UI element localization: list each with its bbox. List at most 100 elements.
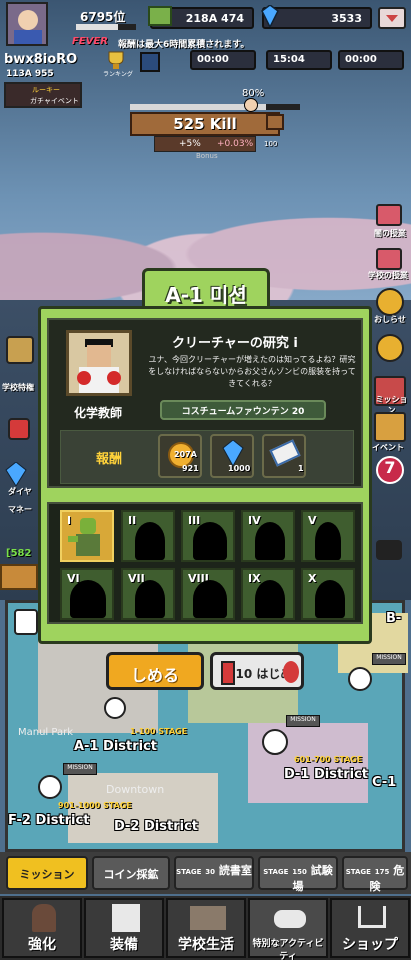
nav-special-label: 特別なアクティビティ — [252, 939, 324, 960]
mission-title: クリーチャーの研究 i — [172, 336, 298, 351]
bonus-plus: +5% — [179, 139, 201, 149]
map-marker-3[interactable] — [38, 775, 62, 799]
slot-6[interactable]: VI — [60, 568, 114, 620]
mission-sign-3[interactable]: MISSION — [372, 653, 406, 665]
nav-upgrade[interactable]: 強化 — [2, 898, 82, 958]
reward-gold-amount-bottom: 921 — [182, 464, 199, 473]
map-marker-2[interactable] — [262, 729, 288, 755]
side-right-badge-value: 7 — [384, 458, 396, 477]
chat-icon[interactable] — [376, 540, 402, 560]
mission-sign-1[interactable]: MISSION — [63, 763, 97, 775]
slot-2[interactable]: II — [121, 510, 175, 562]
timer-3: 00:00 — [338, 50, 404, 70]
district-d1: D-1 District — [284, 767, 368, 782]
save-icon[interactable] — [140, 52, 160, 72]
requirement-badge: コスチュームファウンテン 20 — [160, 400, 326, 420]
map-marker-5[interactable] — [14, 609, 38, 635]
subnav-danger-stage: STAGE — [345, 868, 371, 876]
ranking-label: ランキング — [103, 71, 133, 78]
boxing-glove-icon — [77, 371, 91, 385]
subnav-exam-hall[interactable]: STAGE 150 試験場 — [258, 856, 338, 893]
district-a1: A-1 District — [74, 739, 158, 754]
reward-ticket[interactable]: 1 — [262, 434, 306, 478]
side-left-privilege[interactable] — [2, 336, 36, 366]
slot-4[interactable]: IV — [241, 510, 295, 562]
event-banner[interactable]: ルーキー ガチャイベント — [4, 82, 82, 108]
trophy-icon[interactable] — [104, 50, 128, 70]
slot-3[interactable]: III — [181, 510, 235, 562]
menu-dropdown-button[interactable] — [378, 7, 406, 29]
slot-9[interactable]: IX — [241, 568, 295, 620]
subnav-coin-label: コイン採鉱 — [103, 868, 159, 881]
reward-diamond-amount: 1000 — [228, 464, 251, 473]
nav-equipment-label: 装備 — [110, 937, 138, 953]
slot-4-label: IV — [248, 514, 261, 527]
books-icon — [190, 906, 226, 930]
side-right-label-2: おしらせ — [374, 315, 406, 324]
close-button-label: しめる — [130, 666, 179, 685]
mission-header: A-1 미션 — [165, 283, 247, 307]
side-left-money[interactable] — [2, 414, 36, 454]
side-right-event[interactable] — [374, 412, 406, 442]
player-avatar[interactable] — [6, 2, 48, 46]
slot-7[interactable]: VII — [121, 568, 175, 620]
nav-school-life[interactable]: 学校生活 — [166, 898, 246, 958]
nav-equipment[interactable]: 装備 — [84, 898, 164, 958]
class-book-icon — [376, 248, 402, 270]
subnav-danger[interactable]: STAGE 175 危険 — [342, 856, 408, 893]
rank-progress-bar — [76, 24, 136, 30]
nav-shop[interactable]: ショップ — [330, 898, 410, 958]
subnav-exam-stage: STAGE — [263, 868, 289, 876]
subnav-coin-mining[interactable]: コイン採鉱 — [92, 856, 170, 890]
notice-coin-icon[interactable] — [376, 288, 404, 316]
gamepad-icon — [274, 910, 306, 928]
mission-sign-2[interactable]: MISSION — [286, 715, 320, 727]
slot-5[interactable]: V — [301, 510, 355, 562]
chest-icon[interactable] — [266, 114, 284, 130]
slot-10[interactable]: X — [301, 568, 355, 620]
slot-1[interactable]: I — [60, 510, 114, 562]
fever-label: FEVER — [72, 36, 108, 47]
mission-description: ユナ、今回クリーチャーが増えたのは知ってるよね？研究をしなければならないからお父… — [148, 355, 356, 388]
timer-1-value: 00:00 — [197, 54, 229, 65]
timer-3-value: 00:00 — [345, 54, 377, 65]
map-marker-1[interactable] — [104, 697, 126, 719]
nav-special-activity[interactable]: 特別なアクティビティ — [248, 898, 328, 960]
subnav-reading-room[interactable]: STAGE 30 読書室 — [174, 856, 254, 890]
subnav-mission[interactable]: ミッション — [6, 856, 88, 890]
kill-side-value: 100 — [264, 140, 278, 148]
silhouette-8 — [193, 580, 227, 618]
bonus-row: +5% +0.03% — [154, 136, 256, 152]
kill-progress-bar — [130, 104, 300, 110]
gem-icon — [258, 4, 282, 29]
silhouette-10 — [315, 580, 345, 618]
reward-gold[interactable]: 207A 921 — [158, 434, 202, 478]
cash-icon — [148, 6, 172, 26]
district-c1: C-1 — [372, 775, 397, 790]
gem-value: 3533 — [331, 12, 362, 25]
side-right-badge[interactable]: 7 — [376, 456, 404, 484]
reward-diamond[interactable]: 1000 — [210, 434, 254, 478]
player-name: bwx8ioRO — [4, 52, 78, 67]
alert-icon — [283, 661, 299, 683]
mission-coin-icon[interactable] — [376, 334, 404, 362]
kill-avatar-icon — [244, 98, 258, 112]
subnav-reading-stage-num: 30 — [205, 868, 215, 876]
stage-601-700: 601-700 STAGE — [294, 755, 363, 764]
bonus-label: Bonus — [196, 152, 218, 160]
map-marker-4[interactable] — [348, 667, 372, 691]
side-left-label-2: ダイヤ — [8, 487, 32, 496]
side-right-dark-class[interactable] — [372, 204, 406, 230]
stage-1-100: 1-100 STAGE — [130, 727, 188, 736]
subnav-danger-stage-num: 175 — [374, 868, 390, 876]
npc-name: 化学教師 — [74, 406, 123, 420]
slot-8[interactable]: VIII — [181, 568, 235, 620]
fever-notice: 報酬は最大6時間累積されます。 — [118, 40, 250, 50]
place-manul-park: Manul Park — [18, 727, 73, 738]
nav-shop-label: ショップ — [342, 937, 398, 953]
player-rank: 6795位 — [80, 10, 126, 24]
start-button[interactable]: 10 はじめ — [210, 652, 304, 690]
slot-9-label: IX — [248, 572, 261, 585]
slot-1-label: I — [67, 514, 72, 527]
close-button[interactable]: しめる — [106, 652, 204, 690]
